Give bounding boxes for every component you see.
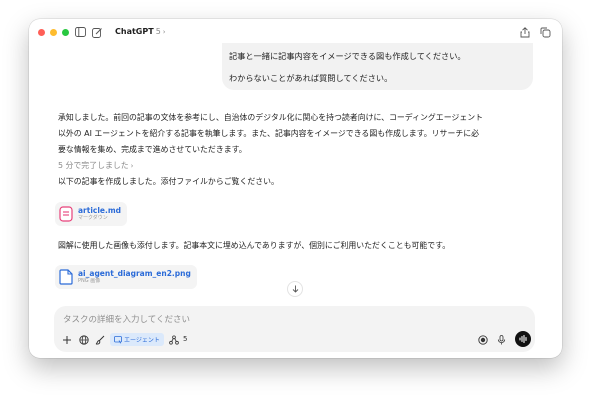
image-file-icon [59, 269, 73, 285]
record-icon[interactable] [477, 334, 488, 345]
scroll-to-bottom-button[interactable] [287, 281, 303, 297]
chevron-right-icon: › [130, 162, 134, 170]
share-icon[interactable] [519, 26, 531, 38]
completed-label: 5 分で完了しました [58, 161, 129, 170]
document-icon [59, 206, 73, 222]
agent-label: エージェント [124, 337, 160, 344]
tools-icon[interactable] [168, 334, 179, 345]
zoom-window-button[interactable] [62, 29, 69, 36]
tools-count: 5 [183, 335, 188, 343]
file-type: PNG 画像 [78, 278, 101, 284]
title-bar: ChatGPT 5 › [29, 19, 562, 45]
mic-icon[interactable] [496, 334, 507, 345]
close-window-button[interactable] [38, 29, 45, 36]
app-title[interactable]: ChatGPT 5 › [115, 27, 166, 36]
file-name: article.md [78, 206, 122, 215]
file-attachment-diagram[interactable]: ai_agent_diagram_en2.png PNG 画像 [55, 265, 197, 289]
assistant-message: 承知しました。前回の記事の文体を参考にし、自治体のデジタル化に関心を持つ読者向け… [58, 110, 540, 190]
file-name: ai_agent_diagram_en2.png [78, 269, 191, 278]
task-input[interactable] [63, 313, 483, 327]
voice-mode-icon [518, 335, 527, 343]
user-message-line: 記事と一緒に記事内容をイメージできる図も作成してください。 [229, 51, 466, 61]
copy-window-icon[interactable] [539, 26, 551, 38]
assistant-intro-line: 以外の AI エージェントを紹介する記事を執筆します。また、記事内容をイメージで… [58, 129, 480, 138]
model-version: 5 [155, 27, 161, 36]
file-attachment-article[interactable]: article.md マークダウン [55, 202, 128, 226]
composer: エージェント 5 [54, 306, 535, 352]
agent-icon [114, 335, 122, 344]
app-window: ChatGPT 5 › 記事と一緒に記事内容をイメージできる図も作成してください。 … [29, 19, 562, 358]
assistant-intro-line: 承知しました。前回の記事の文体を参考にし、自治体のデジタル化に関心を持つ読者向け… [58, 113, 483, 122]
minimize-window-button[interactable] [50, 29, 57, 36]
globe-icon[interactable] [78, 334, 89, 345]
new-chat-icon[interactable] [91, 26, 103, 38]
user-message-bubble: 記事と一緒に記事内容をイメージできる図も作成してください。 わからないことがあれ… [222, 43, 533, 90]
user-message-line: わからないことがあれば質問してください。 [229, 73, 393, 83]
window-controls [38, 29, 69, 36]
assistant-intro-line: 要な情報を集め、完成まで進めさせていただきます。 [58, 145, 247, 154]
created-text: 以下の記事を作成しました。添付ファイルからご覧ください。 [58, 177, 279, 186]
arrow-down-icon [292, 285, 298, 293]
app-name: ChatGPT [115, 27, 154, 36]
brush-icon[interactable] [94, 334, 105, 345]
voice-mode-button[interactable] [515, 331, 531, 347]
image-attachment-text: 図解に使用した画像も添付します。記事本文に埋め込んでありますが、個別にご利用いた… [58, 241, 451, 250]
agent-mode-chip[interactable]: エージェント [110, 333, 164, 346]
plus-icon[interactable] [61, 334, 72, 345]
sidebar-toggle-icon[interactable] [74, 26, 86, 38]
chevron-right-icon: › [162, 28, 166, 36]
file-type: マークダウン [78, 215, 108, 221]
completed-status[interactable]: 5 分で完了しました › [58, 158, 540, 174]
